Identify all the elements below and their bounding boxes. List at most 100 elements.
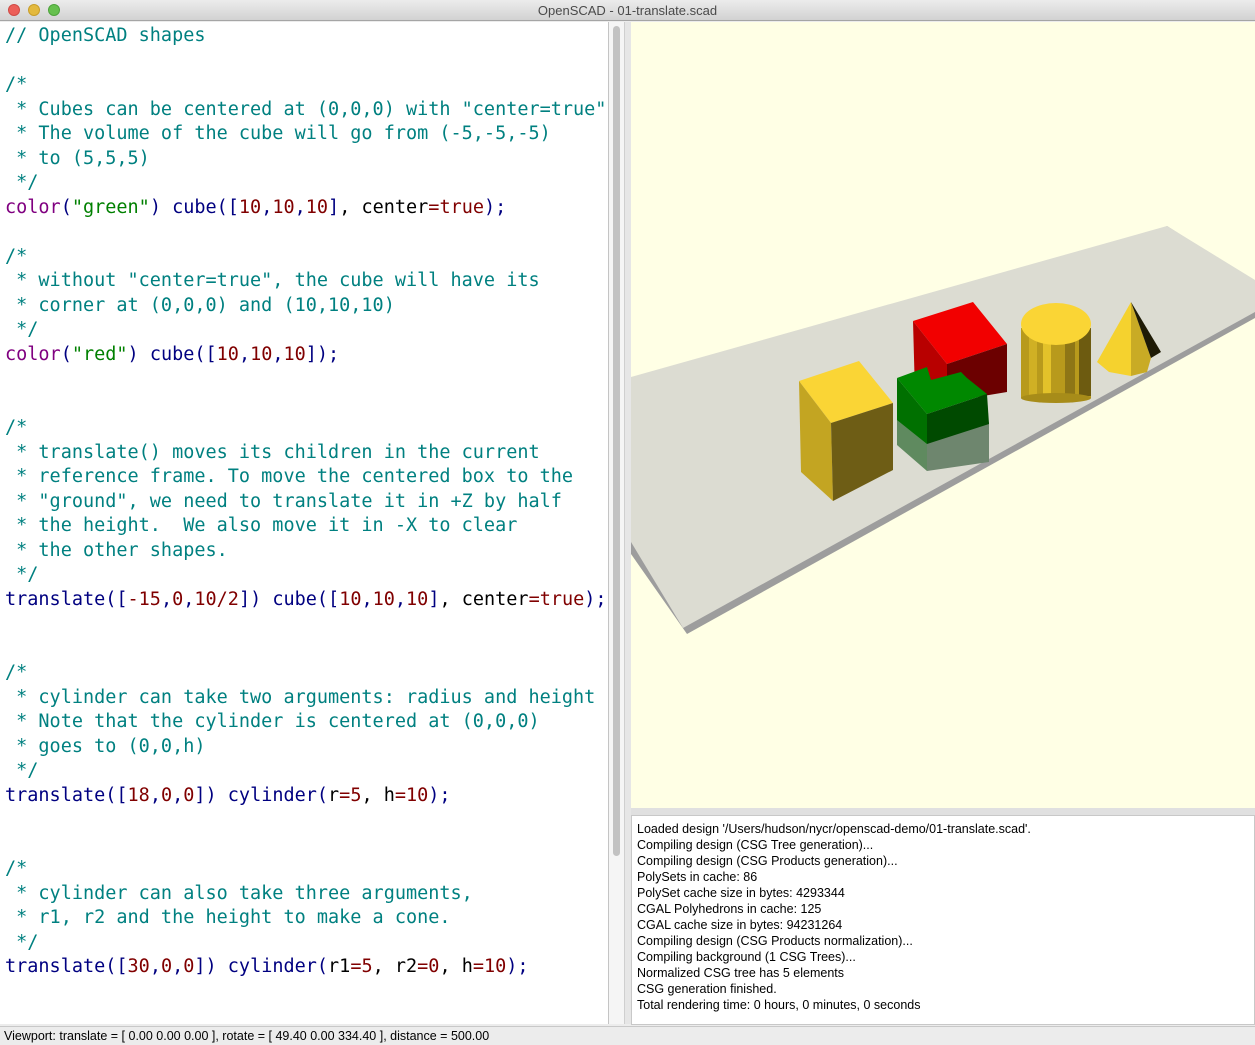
- code-token: translate([: [5, 784, 128, 806]
- code-token: =: [350, 956, 362, 977]
- code-text[interactable]: // OpenSCAD shapes /* * Cubes can be cen…: [5, 24, 609, 980]
- code-token: /*: [5, 662, 28, 683]
- code-line[interactable]: [5, 637, 608, 662]
- code-line[interactable]: * to (5,5,5): [5, 147, 608, 172]
- code-token: 10: [372, 588, 395, 610]
- code-token: */: [5, 172, 39, 193]
- code-token: * r1, r2 and the height to make a cone.: [5, 907, 451, 928]
- code-line[interactable]: * "ground", we need to translate it in +…: [5, 490, 608, 515]
- code-line[interactable]: translate([18,0,0]) cylinder(r=5, h=10);: [5, 784, 608, 809]
- 3d-viewport[interactable]: [631, 22, 1255, 808]
- code-token: 30: [127, 956, 150, 977]
- code-token: * to (5,5,5): [5, 147, 150, 169]
- code-line[interactable]: /*: [5, 661, 608, 686]
- code-token: */: [5, 564, 39, 585]
- code-token: ) cube([: [149, 196, 239, 218]
- code-line[interactable]: color("red") cube([10,10,10]);: [5, 343, 608, 368]
- code-line[interactable]: // OpenSCAD shapes: [5, 24, 608, 49]
- code-line[interactable]: * Note that the cylinder is centered at …: [5, 710, 608, 735]
- code-token: * cylinder can also take three arguments…: [5, 882, 473, 904]
- horizontal-splitter[interactable]: [631, 808, 1255, 815]
- code-token: ,: [394, 588, 407, 610]
- code-token: * Cubes can be centered at (0,0,0) with …: [5, 98, 609, 120]
- code-token: 2: [227, 588, 239, 610]
- code-line[interactable]: * cylinder can take two arguments: radiu…: [5, 686, 608, 711]
- code-token: ) cube([: [127, 343, 217, 365]
- code-line[interactable]: [5, 833, 608, 858]
- status-bar: Viewport: translate = [ 0.00 0.00 0.00 ]…: [0, 1026, 1255, 1045]
- code-editor[interactable]: // OpenSCAD shapes /* * Cubes can be cen…: [0, 22, 609, 1024]
- console-lines: Loaded design '/Users/hudson/nycr/opensc…: [637, 821, 1031, 1013]
- code-line[interactable]: * goes to (0,0,h): [5, 735, 608, 760]
- code-token: 0: [428, 956, 440, 977]
- code-line[interactable]: [5, 612, 608, 637]
- code-token: 10: [194, 588, 217, 610]
- code-line[interactable]: * translate() moves its children in the …: [5, 441, 608, 466]
- code-token: ,: [361, 588, 373, 610]
- code-line[interactable]: translate([30,0,0]) cylinder(r1=5, r2=0,…: [5, 955, 608, 980]
- cylinder-bottom: [1021, 393, 1091, 403]
- code-line[interactable]: */: [5, 563, 608, 588]
- code-line[interactable]: translate([-15,0,10/2]) cube([10,10,10],…: [5, 588, 608, 613]
- code-line[interactable]: * The volume of the cube will go from (-…: [5, 122, 608, 147]
- code-token: true: [439, 196, 484, 218]
- code-line[interactable]: * the other shapes.: [5, 539, 608, 564]
- code-line[interactable]: * corner at (0,0,0) and (10,10,10): [5, 294, 608, 319]
- code-line[interactable]: [5, 220, 608, 245]
- code-line[interactable]: * reference frame. To move the centered …: [5, 465, 608, 490]
- code-token: ]) cylinder(: [194, 784, 329, 806]
- code-token: (: [60, 196, 72, 218]
- code-token: 18: [127, 784, 150, 806]
- console-line: Normalized CSG tree has 5 elements: [637, 966, 845, 980]
- code-line[interactable]: * cylinder can also take three arguments…: [5, 882, 608, 907]
- code-line[interactable]: [5, 808, 608, 833]
- code-line[interactable]: color("green") cube([10,10,10], center=t…: [5, 196, 608, 221]
- code-token: translate([: [5, 588, 128, 610]
- code-token: ,: [172, 784, 184, 806]
- code-token: * reference frame. To move the centered …: [5, 466, 574, 487]
- code-token: ]);: [305, 343, 340, 365]
- code-line[interactable]: * without "center=true", the cube will h…: [5, 269, 608, 294]
- code-token: );: [428, 784, 451, 806]
- code-line[interactable]: /*: [5, 73, 608, 98]
- code-token: * The volume of the cube will go from (-…: [5, 123, 551, 144]
- code-line[interactable]: */: [5, 931, 608, 956]
- cylinder-top: [1021, 303, 1091, 345]
- code-token: * "ground", we need to translate it in +…: [5, 490, 562, 512]
- code-token: ,: [339, 196, 351, 218]
- code-line[interactable]: [5, 367, 608, 392]
- code-token: 10: [272, 196, 295, 218]
- code-token: ,: [294, 196, 306, 218]
- code-line[interactable]: /*: [5, 416, 608, 441]
- code-line[interactable]: */: [5, 759, 608, 784]
- code-token: /*: [5, 417, 28, 438]
- code-token: // OpenSCAD shapes: [5, 25, 206, 46]
- code-token: =: [528, 588, 540, 610]
- code-token: 10: [305, 196, 329, 218]
- code-line[interactable]: [5, 49, 608, 74]
- editor-scrollbar[interactable]: [609, 22, 625, 1024]
- console-line: Compiling design (CSG Tree generation)..…: [637, 838, 874, 852]
- 3d-scene: [631, 226, 1255, 634]
- code-line[interactable]: /*: [5, 857, 608, 882]
- console-line: Total rendering time: 0 hours, 0 minutes…: [637, 998, 921, 1012]
- code-line[interactable]: * the height. We also move it in -X to c…: [5, 514, 608, 539]
- code-token: 10: [406, 588, 429, 610]
- code-line[interactable]: */: [5, 171, 608, 196]
- console-output: Loaded design '/Users/hudson/nycr/opensc…: [631, 815, 1255, 1025]
- code-line[interactable]: /*: [5, 245, 608, 270]
- code-token: , r2: [372, 956, 418, 977]
- code-line[interactable]: [5, 392, 608, 417]
- editor-scroll-thumb[interactable]: [613, 26, 620, 856]
- code-token: 0: [160, 956, 173, 977]
- code-token: translate([: [5, 956, 128, 977]
- code-line[interactable]: * r1, r2 and the height to make a cone.: [5, 906, 608, 931]
- code-line[interactable]: */: [5, 318, 608, 343]
- console-line: CGAL cache size in bytes: 94231264: [637, 918, 843, 932]
- code-token: true: [539, 588, 585, 610]
- code-token: * without "center=true", the cube will h…: [5, 270, 540, 291]
- code-token: color: [5, 196, 61, 218]
- code-token: r1: [328, 956, 351, 977]
- code-token: 0: [183, 784, 195, 806]
- code-line[interactable]: * Cubes can be centered at (0,0,0) with …: [5, 98, 609, 123]
